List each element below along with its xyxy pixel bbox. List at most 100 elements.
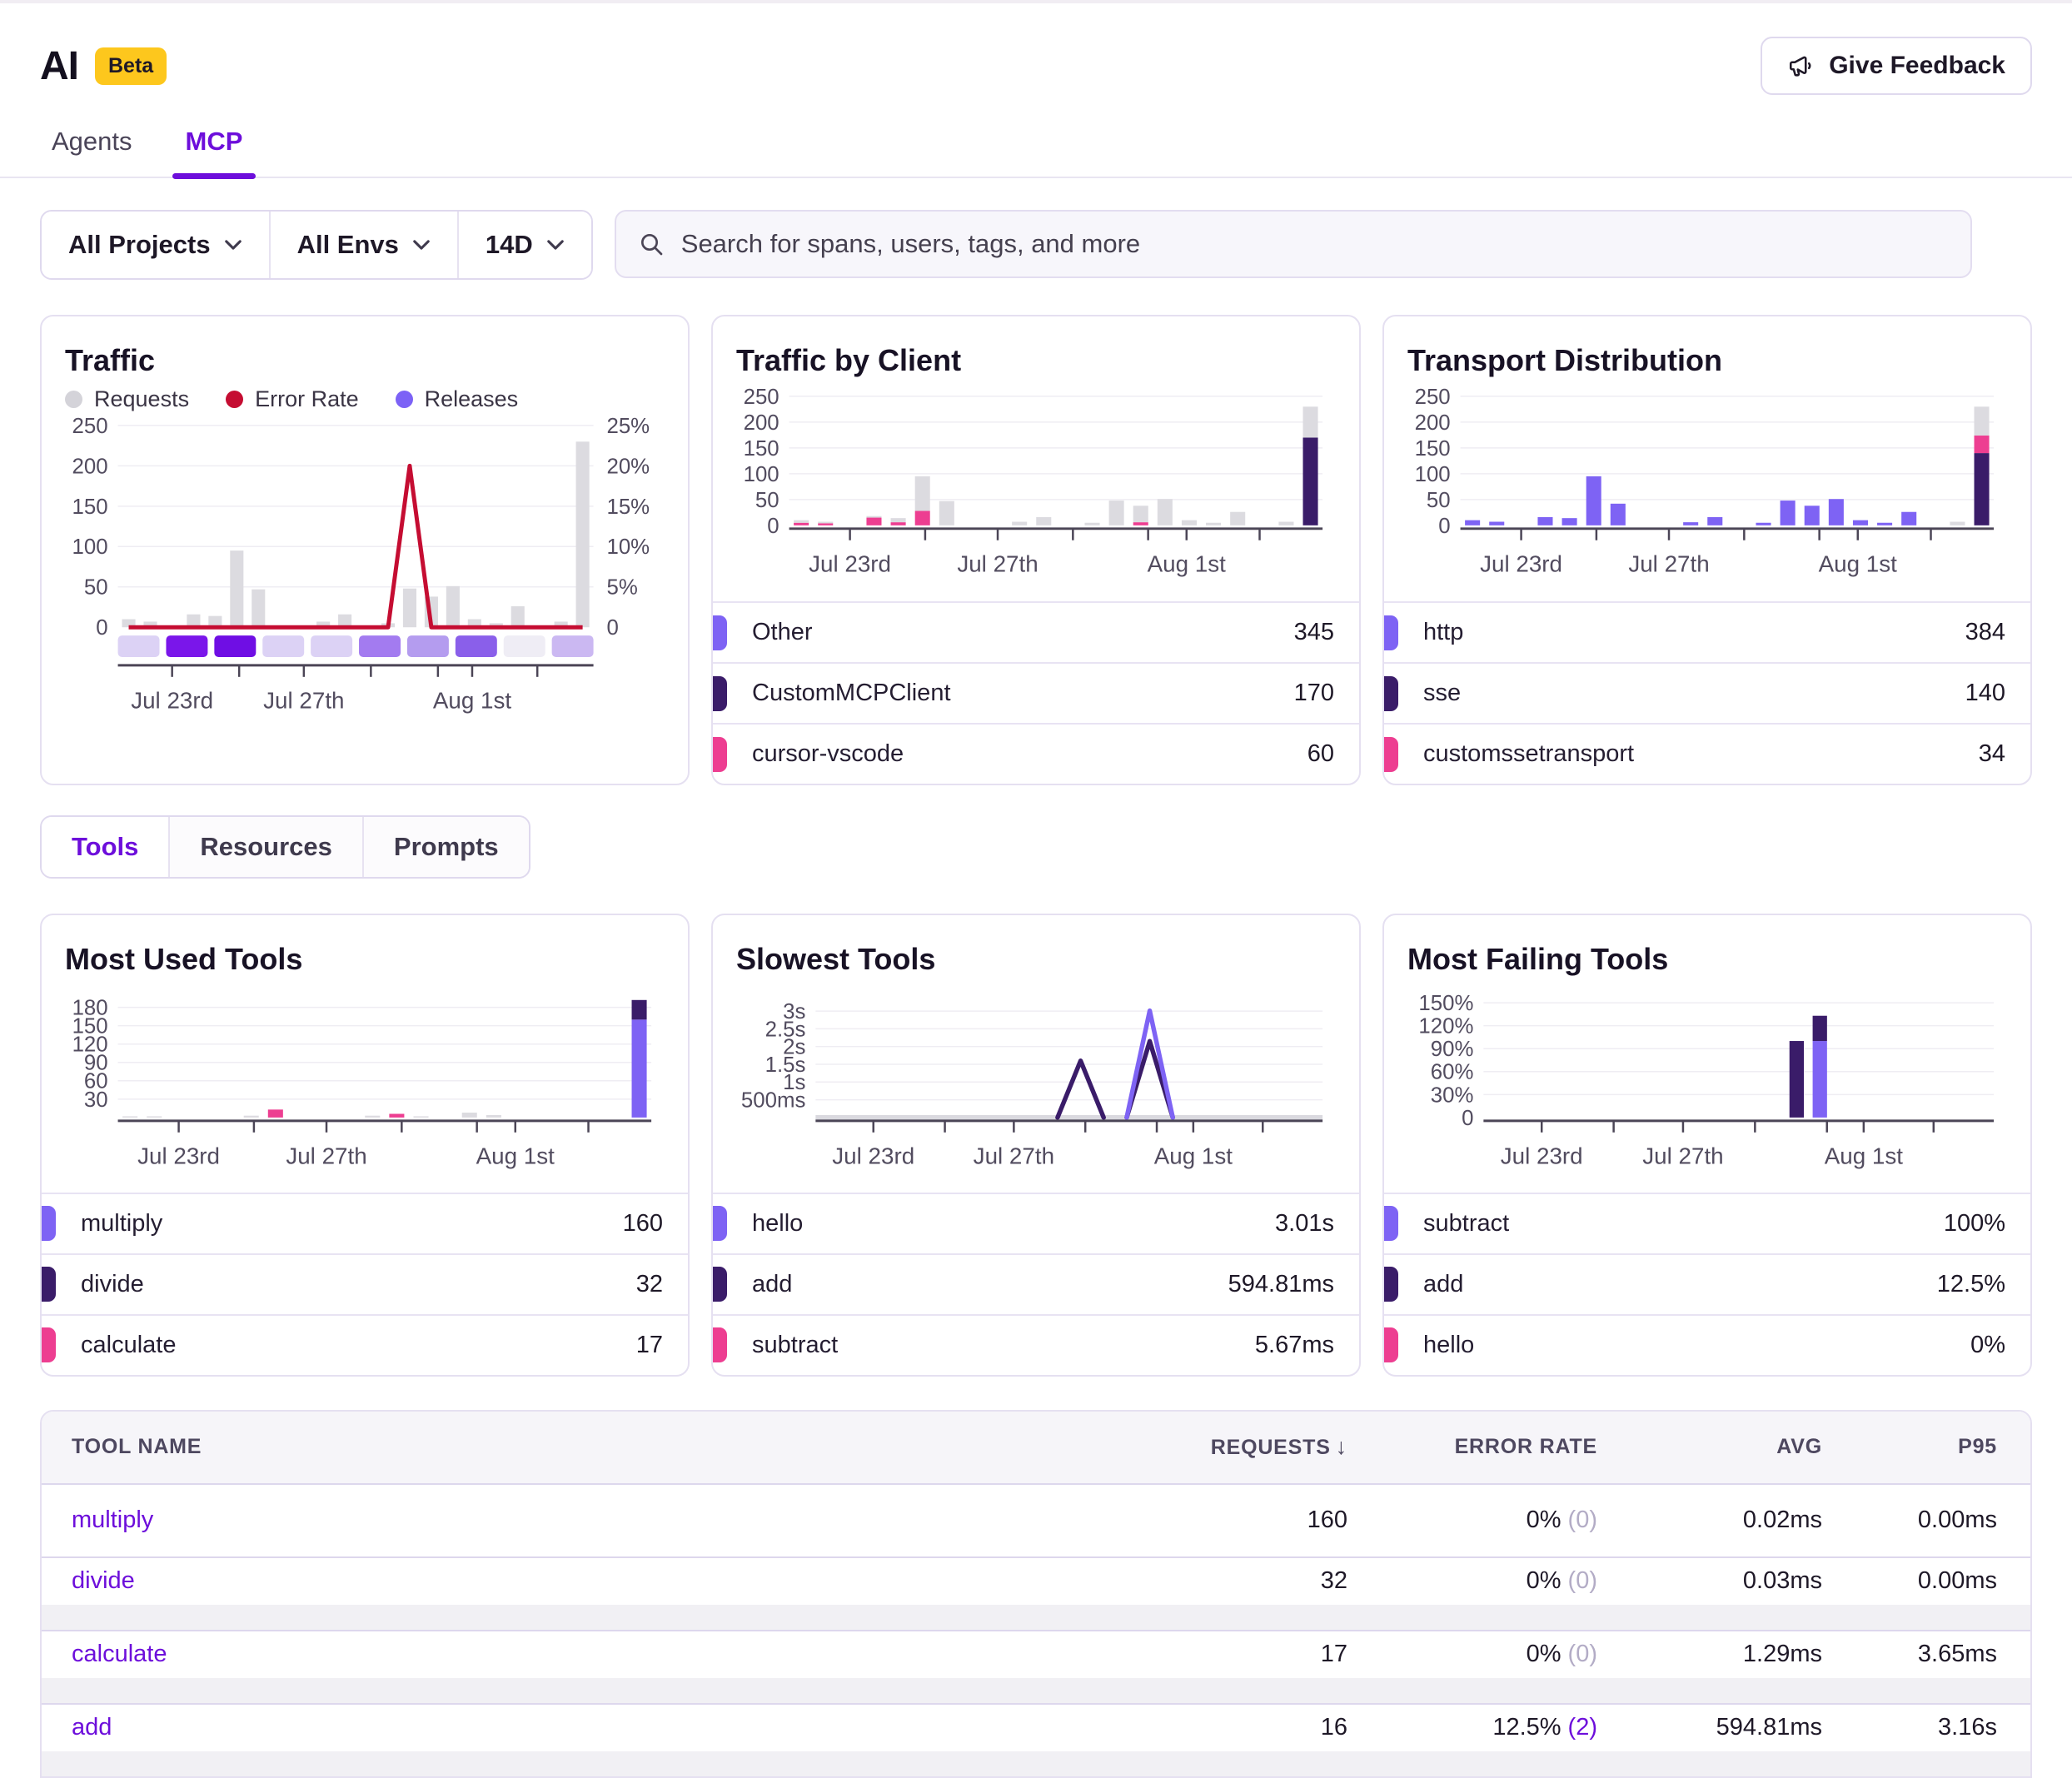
requests-value: 17: [1098, 1641, 1347, 1668]
svg-text:Aug 1st: Aug 1st: [1154, 1143, 1233, 1169]
column-header-tool-name[interactable]: TOOL NAME: [42, 1435, 1098, 1459]
tools-table: TOOL NAME REQUESTS↓ ERROR RATE AVG P95 m…: [40, 1410, 2032, 1778]
subtab-tools[interactable]: Tools: [42, 817, 168, 877]
avg-value: 1.29ms: [1597, 1641, 1822, 1668]
most-used-tools-chart: 306090120150180Jul 23rdJul 27thAug 1st: [65, 985, 665, 1183]
legend-row[interactable]: divide32: [42, 1253, 688, 1314]
tool-link[interactable]: add: [72, 1714, 112, 1741]
error-count: (0): [1568, 1507, 1597, 1533]
row-shimmer-strip: [42, 1605, 2030, 1630]
tool-link[interactable]: calculate: [72, 1641, 167, 1667]
series-color-chip: [42, 1327, 56, 1362]
table-row[interactable]: divide320%(0)0.03ms0.00ms: [42, 1556, 2030, 1630]
chevron-down-icon: [224, 239, 242, 251]
tab-mcp[interactable]: MCP: [186, 127, 243, 177]
legend-value: 140: [1965, 680, 2005, 707]
legend-row[interactable]: calculate17: [42, 1314, 688, 1375]
legend-label: subtract: [1423, 1210, 1509, 1238]
avg-value: 594.81ms: [1597, 1714, 1822, 1741]
svg-text:5%: 5%: [606, 576, 637, 600]
error-count: (0): [1568, 1567, 1597, 1594]
legend-row[interactable]: http384: [1384, 601, 2030, 662]
svg-text:120%: 120%: [1418, 1015, 1473, 1038]
card-title: Traffic by Client: [736, 343, 1336, 378]
legend-item[interactable]: Error Rate: [226, 386, 359, 412]
legend-row[interactable]: subtract100%: [1384, 1193, 2030, 1253]
legend-label: hello: [1423, 1332, 1474, 1359]
column-header-requests[interactable]: REQUESTS↓: [1098, 1434, 1347, 1460]
legend-row[interactable]: CustomMCPClient170: [713, 662, 1359, 723]
series-color-chip: [42, 1267, 56, 1302]
legend-item[interactable]: Releases: [396, 386, 519, 412]
svg-text:3s: 3s: [783, 1000, 805, 1023]
table-row[interactable]: multiply1600%(0)0.02ms0.00ms: [42, 1483, 2030, 1556]
error-rate-value: 12.5%(2): [1347, 1714, 1597, 1741]
legend-row[interactable]: add12.5%: [1384, 1253, 2030, 1314]
svg-text:15%: 15%: [606, 496, 650, 519]
most-failing-tools-chart: 030%60%90%120%150%Jul 23rdJul 27thAug 1s…: [1407, 985, 2007, 1183]
error-count[interactable]: (2): [1568, 1714, 1597, 1741]
page-title: AI: [40, 43, 78, 89]
svg-text:Jul 27th: Jul 27th: [957, 550, 1038, 576]
card-title: Most Failing Tools: [1407, 942, 2007, 977]
legend-value: 384: [1965, 619, 2005, 646]
svg-text:0: 0: [96, 616, 107, 640]
legend-value: 0%: [1970, 1332, 2005, 1359]
legend-value: 5.67ms: [1255, 1332, 1334, 1359]
svg-text:Jul 27th: Jul 27th: [1628, 550, 1709, 576]
svg-text:250: 250: [1415, 386, 1451, 409]
date-range-dropdown[interactable]: 14D: [457, 212, 591, 278]
subtab-resources[interactable]: Resources: [168, 817, 362, 877]
series-color-chip: [713, 1327, 727, 1362]
svg-text:Aug 1st: Aug 1st: [433, 688, 512, 714]
entity-subtabs: Tools Resources Prompts: [40, 815, 530, 879]
legend-item[interactable]: Requests: [65, 386, 189, 412]
svg-text:Aug 1st: Aug 1st: [1148, 550, 1227, 576]
p95-value: 3.16s: [1822, 1714, 2030, 1741]
legend-label: calculate: [81, 1332, 176, 1359]
series-color-chip: [1384, 1206, 1398, 1241]
legend-row[interactable]: customssetransport34: [1384, 723, 2030, 784]
legend-label: customssetransport: [1423, 740, 1634, 768]
projects-filter-dropdown[interactable]: All Projects: [42, 212, 269, 278]
column-header-p95[interactable]: P95: [1822, 1435, 2030, 1459]
transport-distribution-chart: 050100150200250Jul 23rdJul 27thAug 1st: [1407, 386, 2007, 593]
series-color-dot: [226, 391, 243, 408]
traffic-chart: 05010015020025005%10%15%20%25%Jul 23rdJu…: [65, 416, 665, 746]
requests-value: 160: [1098, 1507, 1347, 1534]
legend-row[interactable]: hello3.01s: [713, 1193, 1359, 1253]
legend-row[interactable]: hello 0%: [1384, 1314, 2030, 1375]
legend-row[interactable]: subtract5.67ms: [713, 1314, 1359, 1375]
tab-agents[interactable]: Agents: [52, 127, 132, 177]
beta-badge: Beta: [95, 47, 167, 85]
column-header-avg[interactable]: AVG: [1597, 1435, 1822, 1459]
series-color-chip: [713, 615, 727, 650]
legend-row[interactable]: Other345: [713, 601, 1359, 662]
legend-row[interactable]: cursor-vscode60: [713, 723, 1359, 784]
legend-row[interactable]: sse140: [1384, 662, 2030, 723]
table-row[interactable]: add1612.5%(2)594.81ms3.16s: [42, 1703, 2030, 1776]
charts-row-2: Most Used Tools 306090120150180Jul 23rdJ…: [40, 914, 2032, 1376]
transport-legend-list: http384sse140customssetransport34: [1384, 601, 2030, 784]
legend-row[interactable]: add594.81ms: [713, 1253, 1359, 1314]
legend-label: Other: [752, 619, 813, 646]
svg-text:0: 0: [1438, 515, 1450, 538]
table-row[interactable]: calculate170%(0)1.29ms3.65ms: [42, 1630, 2030, 1703]
tool-link[interactable]: divide: [72, 1567, 135, 1594]
envs-filter-label: All Envs: [297, 230, 399, 260]
envs-filter-dropdown[interactable]: All Envs: [269, 212, 457, 278]
legend-value: 32: [636, 1271, 663, 1298]
search-input[interactable]: [681, 229, 1949, 259]
p95-value: 0.00ms: [1822, 1567, 2030, 1595]
svg-text:90%: 90%: [1431, 1038, 1474, 1061]
date-range-label: 14D: [486, 230, 533, 260]
column-header-error-rate[interactable]: ERROR RATE: [1347, 1435, 1597, 1459]
give-feedback-button[interactable]: Give Feedback: [1761, 37, 2032, 95]
subtab-prompts[interactable]: Prompts: [362, 817, 529, 877]
svg-text:50: 50: [1427, 489, 1451, 512]
tool-link[interactable]: multiply: [72, 1507, 153, 1533]
p95-value: 3.65ms: [1822, 1641, 2030, 1668]
requests-value: 32: [1098, 1567, 1347, 1595]
legend-row[interactable]: multiply160: [42, 1193, 688, 1253]
filter-group: All Projects All Envs 14D: [40, 210, 593, 280]
